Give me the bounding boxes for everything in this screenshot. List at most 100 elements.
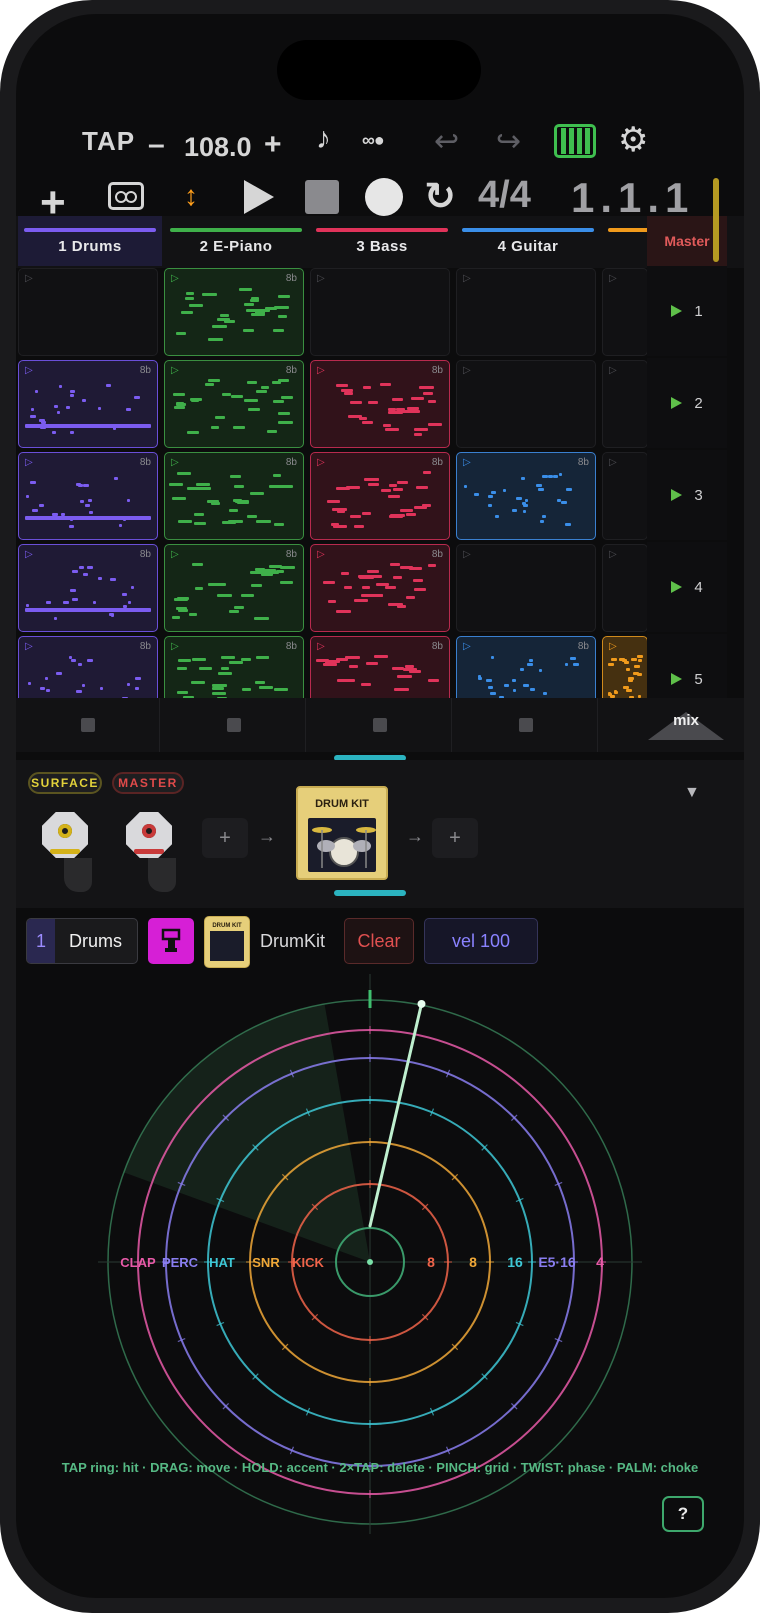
clip-slot[interactable]: 8b ▷ <box>164 452 304 540</box>
surface-toggle-button[interactable] <box>148 918 194 964</box>
clip-launch-icon[interactable]: ▷ <box>317 549 325 560</box>
clip-launch-icon[interactable]: ▷ <box>463 273 471 284</box>
clip-launch-icon[interactable]: ▷ <box>463 549 471 560</box>
resize-icon[interactable]: ↕ <box>184 180 198 212</box>
tempo-display[interactable]: 108.0 <box>184 132 252 163</box>
clip-slot[interactable]: ▷ <box>18 268 158 356</box>
clip-slot[interactable]: 8b ▷ <box>164 268 304 356</box>
clip-slot[interactable]: 8b ▷ <box>18 360 158 448</box>
clip-launch-icon[interactable]: ▷ <box>317 273 325 284</box>
clip-launch-icon[interactable]: ▷ <box>609 273 617 284</box>
tempo-increase-button[interactable]: + <box>264 128 282 162</box>
clip-note <box>201 292 217 296</box>
clip-launch-icon[interactable]: ▷ <box>463 365 471 376</box>
clip-slot[interactable]: 8b ▷ <box>456 636 596 698</box>
clip-slot[interactable]: ▷ <box>602 544 648 632</box>
clip-slot[interactable]: 8b ▷ <box>18 636 158 698</box>
clip-slot[interactable]: ▷ <box>602 452 648 540</box>
clip-launch-icon[interactable]: ▷ <box>317 365 325 376</box>
surface-knob-icon[interactable] <box>42 812 88 858</box>
count-in-button[interactable]: ∞● <box>362 130 385 151</box>
clip-slot[interactable]: 8b ▷ <box>164 360 304 448</box>
stop-clip-button-epiano[interactable] <box>162 698 306 752</box>
clip-launch-icon[interactable]: ▷ <box>171 549 179 560</box>
tap-tempo-button[interactable]: TAP <box>82 126 135 157</box>
master-knob-icon[interactable] <box>126 812 172 858</box>
clear-button[interactable]: Clear <box>344 918 414 964</box>
piano-keys-icon[interactable] <box>554 124 596 158</box>
horizontal-scroll-indicator[interactable] <box>713 178 719 262</box>
clip-launch-icon[interactable]: ▷ <box>25 549 33 560</box>
clip-slot[interactable]: ▷ <box>602 636 648 698</box>
clip-launch-icon[interactable]: ▷ <box>25 457 33 468</box>
clip-launch-icon[interactable]: ▷ <box>171 365 179 376</box>
clip-slot[interactable]: ▷ <box>602 268 648 356</box>
clip-slot[interactable]: ▷ <box>602 360 648 448</box>
play-button[interactable] <box>244 180 274 214</box>
instrument-thumbnail[interactable]: DRUM KIT <box>204 916 250 968</box>
record-button[interactable] <box>365 178 403 216</box>
clip-launch-icon[interactable]: ▷ <box>25 641 33 652</box>
clip-slot[interactable]: 8b ▷ <box>310 544 450 632</box>
drum-kit-device[interactable]: DRUM KIT <box>296 786 388 880</box>
scene-launch-button[interactable]: 4 <box>647 542 727 632</box>
clip-slot[interactable]: 8b ▷ <box>18 452 158 540</box>
scene-launch-button[interactable]: 1 <box>647 266 727 356</box>
clip-note <box>278 411 291 415</box>
clip-slot[interactable]: ▷ <box>310 268 450 356</box>
loop-button[interactable]: ↻ <box>424 174 456 219</box>
add-device-slot-after[interactable]: + <box>432 818 478 858</box>
clip-slot[interactable]: 8b ▷ <box>310 360 450 448</box>
time-signature[interactable]: 4/4 <box>478 174 531 217</box>
master-chip[interactable]: MASTER <box>112 772 184 794</box>
tempo-decrease-button[interactable]: – <box>148 128 165 162</box>
clip-launch-icon[interactable]: ▷ <box>171 641 179 652</box>
clip-launch-icon[interactable]: ▷ <box>317 641 325 652</box>
add-device-slot-before[interactable]: + <box>202 818 248 858</box>
clip-launch-icon[interactable]: ▷ <box>25 273 33 284</box>
clip-launch-icon[interactable]: ▷ <box>609 457 617 468</box>
scene-launch-button[interactable]: 5 <box>647 634 727 698</box>
stop-clip-button-bass[interactable] <box>308 698 452 752</box>
help-button[interactable]: ? <box>662 1496 704 1532</box>
clip-launch-icon[interactable]: ▷ <box>609 641 617 652</box>
scene-launch-button[interactable]: 2 <box>647 358 727 448</box>
clip-slot[interactable]: 8b ▷ <box>310 636 450 698</box>
clip-slot[interactable]: 8b ▷ <box>456 452 596 540</box>
clip-launch-icon[interactable]: ▷ <box>463 457 471 468</box>
velocity-control[interactable]: vel 100 <box>424 918 538 964</box>
scene-launch-button[interactable]: 3 <box>647 450 727 540</box>
track-header-drums[interactable]: 1 Drums <box>18 216 162 266</box>
clip-launch-icon[interactable]: ▷ <box>171 273 179 284</box>
undo-icon[interactable]: ↩ <box>434 124 459 159</box>
music-note-icon[interactable]: ♪ <box>316 122 331 156</box>
clip-slot[interactable]: 8b ▷ <box>164 636 304 698</box>
clip-launch-icon[interactable]: ▷ <box>609 365 617 376</box>
track-selector[interactable]: 1 Drums <box>26 918 138 964</box>
track-header-bass[interactable]: 3 Bass <box>310 216 454 266</box>
clip-slot[interactable]: ▷ <box>456 544 596 632</box>
clip-slot[interactable]: ▷ <box>456 268 596 356</box>
track-header-guitar[interactable]: 4 Guitar <box>456 216 600 266</box>
radial-sequencer[interactable]: KICK 8 SNR 8 HAT 16 PERC E5·16 CLAP 4 <box>16 974 744 1584</box>
stop-button[interactable] <box>305 180 339 214</box>
clip-launch-icon[interactable]: ▷ <box>25 365 33 376</box>
cassette-icon[interactable] <box>108 182 144 210</box>
clip-launch-icon[interactable]: ▷ <box>171 457 179 468</box>
clip-launch-icon[interactable]: ▷ <box>463 641 471 652</box>
stop-clip-button-guitar[interactable] <box>454 698 598 752</box>
surface-chip[interactable]: SURFACE <box>28 772 102 794</box>
gear-icon[interactable]: ⚙ <box>618 120 648 160</box>
collapse-chain-icon[interactable]: ▼ <box>684 784 700 802</box>
mix-button[interactable]: mix <box>648 706 724 744</box>
stop-clip-button-drums[interactable] <box>16 698 160 752</box>
clip-slot[interactable]: 8b ▷ <box>310 452 450 540</box>
clip-slot[interactable]: 8b ▷ <box>18 544 158 632</box>
clip-slot[interactable]: ▷ <box>456 360 596 448</box>
clip-slot[interactable]: 8b ▷ <box>164 544 304 632</box>
track-header-epiano[interactable]: 2 E-Piano <box>164 216 308 266</box>
clip-launch-icon[interactable]: ▷ <box>609 549 617 560</box>
panel-resize-handle[interactable] <box>334 890 406 896</box>
clip-launch-icon[interactable]: ▷ <box>317 457 325 468</box>
redo-icon[interactable]: ↪ <box>496 124 521 159</box>
